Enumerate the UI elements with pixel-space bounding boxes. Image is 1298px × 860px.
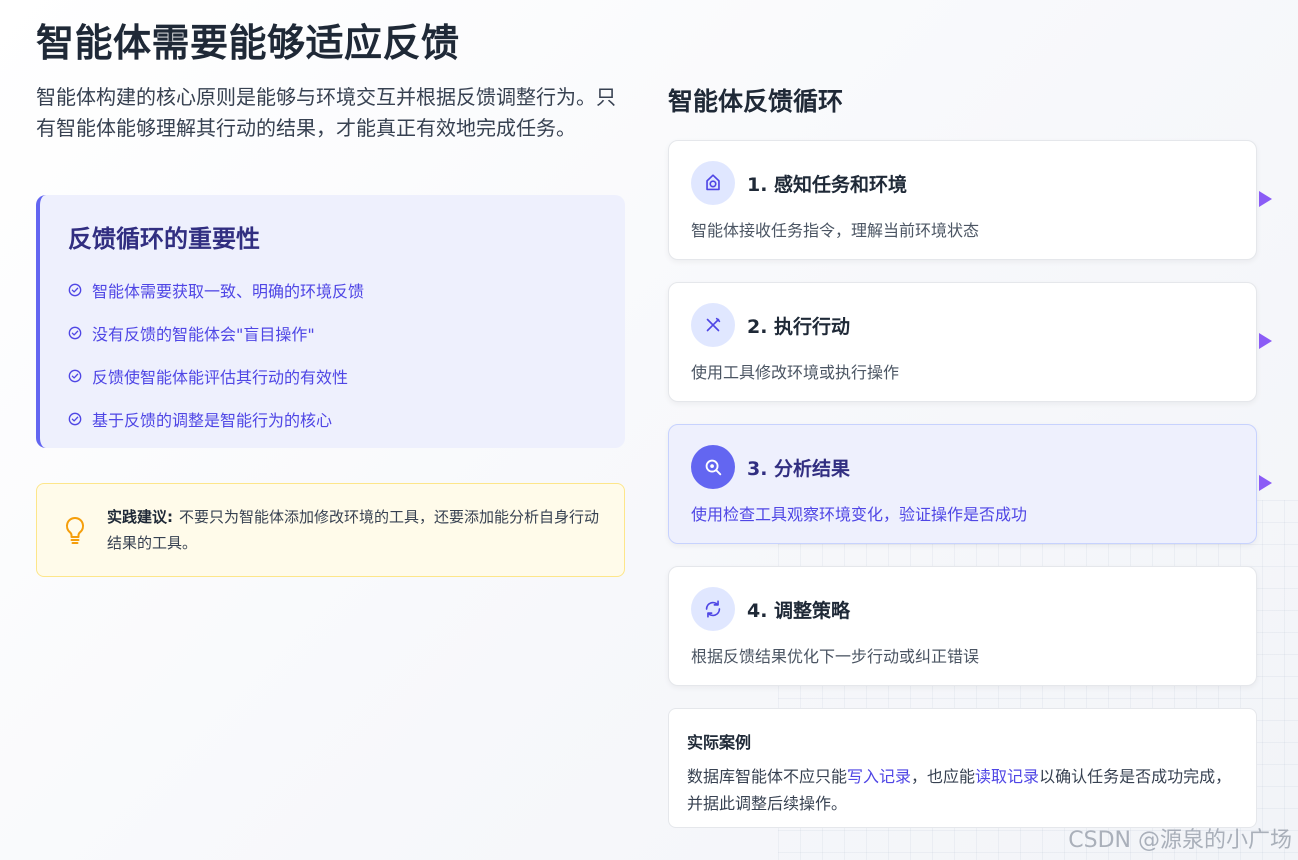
tip-body: 不要只为智能体添加修改环境的工具，还要添加能分析自身行动结果的工具。	[107, 508, 600, 552]
check-circle-icon	[68, 326, 82, 339]
importance-title: 反馈循环的重要性	[68, 225, 260, 253]
step-desc: 使用工具修改环境或执行操作	[691, 363, 900, 382]
importance-panel: 反馈循环的重要性 智能体需要获取一致、明确的环境反馈 没有反馈的智能体会"盲目操…	[36, 195, 625, 448]
step-icon-wrapper	[691, 445, 735, 489]
list-item: 基于反馈的调整是智能行为的核心	[68, 397, 597, 440]
arrow-right-icon	[1259, 191, 1272, 207]
case-panel: 实际案例 数据库智能体不应只能写入记录，也应能读取记录以确认任务是否成功完成，并…	[668, 708, 1257, 828]
step-icon-wrapper	[691, 587, 735, 631]
case-highlight-read: 读取记录	[975, 767, 1040, 786]
step-card-perceive: 1. 感知任务和环境 智能体接收任务指令，理解当前环境状态	[668, 140, 1272, 260]
refresh-icon	[705, 600, 721, 618]
step-desc: 根据反馈结果优化下一步行动或纠正错误	[691, 647, 980, 666]
page-title: 智能体需要能够适应反馈	[36, 21, 460, 65]
case-title: 实际案例	[687, 733, 752, 752]
intro-paragraph: 智能体构建的核心原则是能够与环境交互并根据反馈调整行为。只有智能体能够理解其行动…	[36, 85, 616, 140]
search-icon	[705, 459, 722, 476]
tip-label: 实践建议:	[107, 508, 173, 526]
list-item: 没有反馈的智能体会"盲目操作"	[68, 311, 597, 354]
loop-title: 智能体反馈循环	[668, 87, 844, 116]
step-icon-wrapper	[691, 161, 735, 205]
step-card-adjust: 4. 调整策略 根据反馈结果优化下一步行动或纠正错误	[668, 566, 1257, 686]
step-card-act: 2. 执行行动 使用工具修改环境或执行操作	[668, 282, 1272, 402]
case-text-part: ，也应能	[911, 767, 976, 786]
case-highlight-write: 写入记录	[847, 767, 912, 786]
case-text: 数据库智能体不应只能写入记录，也应能读取记录以确认任务是否成功完成，并据此调整后…	[687, 763, 1238, 817]
list-item-text: 没有反馈的智能体会"盲目操作"	[92, 324, 315, 344]
case-text-part: 数据库智能体不应只能	[687, 767, 848, 786]
step-icon-wrapper	[691, 303, 735, 347]
tip-text: 实践建议: 不要只为智能体添加修改环境的工具，还要添加能分析自身行动结果的工具。	[107, 504, 604, 556]
tip-panel: 实践建议: 不要只为智能体添加修改环境的工具，还要添加能分析自身行动结果的工具。	[36, 483, 625, 577]
step-title: 1. 感知任务和环境	[747, 173, 908, 196]
watermark: CSDN @源泉的小广场	[1068, 828, 1292, 853]
check-circle-icon	[68, 412, 82, 425]
tools-icon	[706, 317, 721, 332]
list-item-text: 基于反馈的调整是智能行为的核心	[92, 410, 333, 430]
step-card-analyze: 3. 分析结果 使用检查工具观察环境变化，验证操作是否成功	[668, 424, 1272, 544]
check-circle-icon	[68, 283, 82, 296]
list-item: 反馈使智能体能评估其行动的有效性	[68, 354, 597, 397]
arrow-right-icon	[1259, 333, 1272, 349]
arrow-right-icon	[1259, 475, 1272, 491]
list-item: 智能体需要获取一致、明确的环境反馈	[68, 268, 597, 311]
step-desc: 使用检查工具观察环境变化，验证操作是否成功	[691, 505, 1028, 524]
step-title: 3. 分析结果	[747, 457, 851, 480]
importance-list: 智能体需要获取一致、明确的环境反馈 没有反馈的智能体会"盲目操作" 反馈使智能体…	[68, 268, 597, 440]
step-desc: 智能体接收任务指令，理解当前环境状态	[691, 221, 980, 240]
list-item-text: 智能体需要获取一致、明确的环境反馈	[92, 281, 365, 301]
camera-icon	[706, 174, 720, 191]
step-title: 2. 执行行动	[747, 315, 851, 338]
step-title: 4. 调整策略	[747, 599, 851, 622]
lightbulb-icon	[65, 516, 85, 544]
check-circle-icon	[68, 369, 82, 382]
list-item-text: 反馈使智能体能评估其行动的有效性	[92, 367, 349, 387]
